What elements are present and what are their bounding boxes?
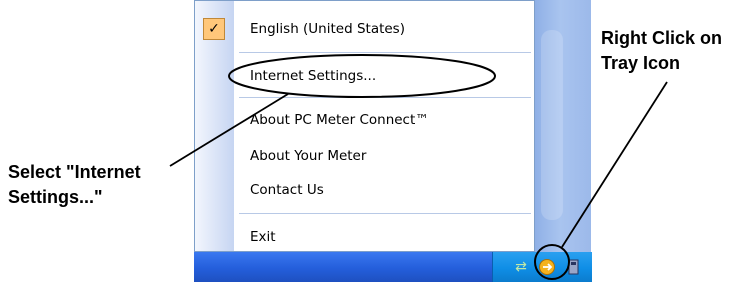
right-callout: Right Click on Tray Icon [601, 26, 743, 76]
left-callout: Select "Internet Settings..." [8, 160, 188, 210]
tray-context-menu: ✓ English (United States) Internet Setti… [194, 0, 535, 252]
menu-item-label: English (United States) [250, 21, 405, 37]
left-callout-text: Select "Internet Settings..." [8, 162, 141, 207]
pc-meter-tray-icon[interactable] [538, 258, 556, 276]
menu-item-about-pc-meter-connect[interactable]: About PC Meter Connect™ [234, 105, 534, 135]
menu-separator [239, 97, 531, 98]
menu-separator [239, 52, 531, 53]
menu-item-label: About PC Meter Connect™ [250, 112, 429, 128]
menu-item-english[interactable]: English (United States) [234, 14, 534, 44]
menu-item-label: Exit [250, 229, 276, 245]
right-callout-text: Right Click on Tray Icon [601, 28, 722, 73]
desktop-background [535, 0, 591, 252]
menu-item-label: About Your Meter [250, 148, 367, 164]
network-icon[interactable]: ⇄ [512, 258, 530, 276]
menu-item-label: Contact Us [250, 182, 324, 198]
speaker-icon[interactable] [565, 258, 583, 276]
menu-separator [239, 213, 531, 214]
checkmark-icon: ✓ [203, 18, 225, 40]
menu-item-exit[interactable]: Exit [234, 222, 534, 252]
menu-item-label: Internet Settings... [250, 68, 377, 84]
menu-item-about-your-meter[interactable]: About Your Meter [234, 141, 534, 171]
menu-item-internet-settings[interactable]: Internet Settings... [234, 61, 534, 91]
menu-item-contact-us[interactable]: Contact Us [234, 175, 534, 205]
